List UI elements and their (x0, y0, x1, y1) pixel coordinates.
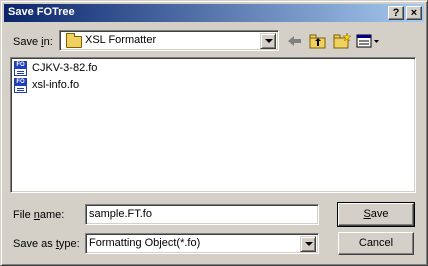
back-arrow-icon[interactable] (286, 32, 304, 50)
file-name-field[interactable]: sample.FT.fo (85, 204, 319, 225)
save-button[interactable]: Save (337, 202, 415, 227)
chevron-down-icon[interactable] (260, 33, 276, 49)
fo-badge: FO (15, 79, 26, 86)
file-name-label: File name: (13, 209, 64, 221)
save-in-label: Save in: (13, 36, 53, 48)
save-in-label-prefix: Save (13, 36, 42, 48)
file-name-value: sample.FT.fo (89, 208, 152, 220)
title-bar[interactable]: Save FOTree ? × (4, 4, 424, 22)
chevron-down-icon[interactable] (300, 236, 316, 252)
save-in-combo[interactable]: XSL Formatter (59, 30, 279, 51)
file-name: xsl-info.fo (32, 79, 80, 91)
save-button-hotkey: S (363, 208, 371, 220)
view-menu-icon[interactable] (356, 32, 380, 50)
save-as-type-value: Formatting Object(*.fo) (89, 237, 201, 249)
save-as-type-label-suffix: ype: (58, 238, 80, 250)
fo-file-icon: FO (14, 78, 27, 93)
file-list[interactable]: FO CJKV-3-82.fo FO xsl-info.fo (10, 57, 416, 193)
file-name: CJKV-3-82.fo (32, 62, 98, 74)
save-in-label-suffix: n: (43, 36, 53, 48)
folder-icon (66, 33, 82, 48)
close-button[interactable]: × (406, 6, 422, 20)
new-folder-icon[interactable] (332, 32, 352, 50)
cancel-button[interactable]: Cancel (338, 232, 414, 255)
fo-badge: FO (15, 62, 26, 69)
dialog-title: Save FOTree (8, 6, 75, 18)
file-name-label-prefix: File (13, 209, 34, 221)
file-name-label-suffix: ame: (39, 209, 65, 221)
save-as-type-label-prefix: Save as (13, 238, 56, 250)
help-button[interactable]: ? (388, 6, 404, 20)
save-button-label: ave (370, 208, 389, 220)
save-in-value: XSL Formatter (85, 34, 157, 46)
fo-file-icon: FO (14, 61, 27, 76)
save-as-type-label: Save as type: (13, 238, 80, 250)
save-as-type-select[interactable]: Formatting Object(*.fo) (85, 233, 319, 254)
save-dialog: Save FOTree ? × Save in: XSL Formatter F… (0, 0, 428, 266)
up-folder-icon[interactable] (308, 32, 328, 50)
